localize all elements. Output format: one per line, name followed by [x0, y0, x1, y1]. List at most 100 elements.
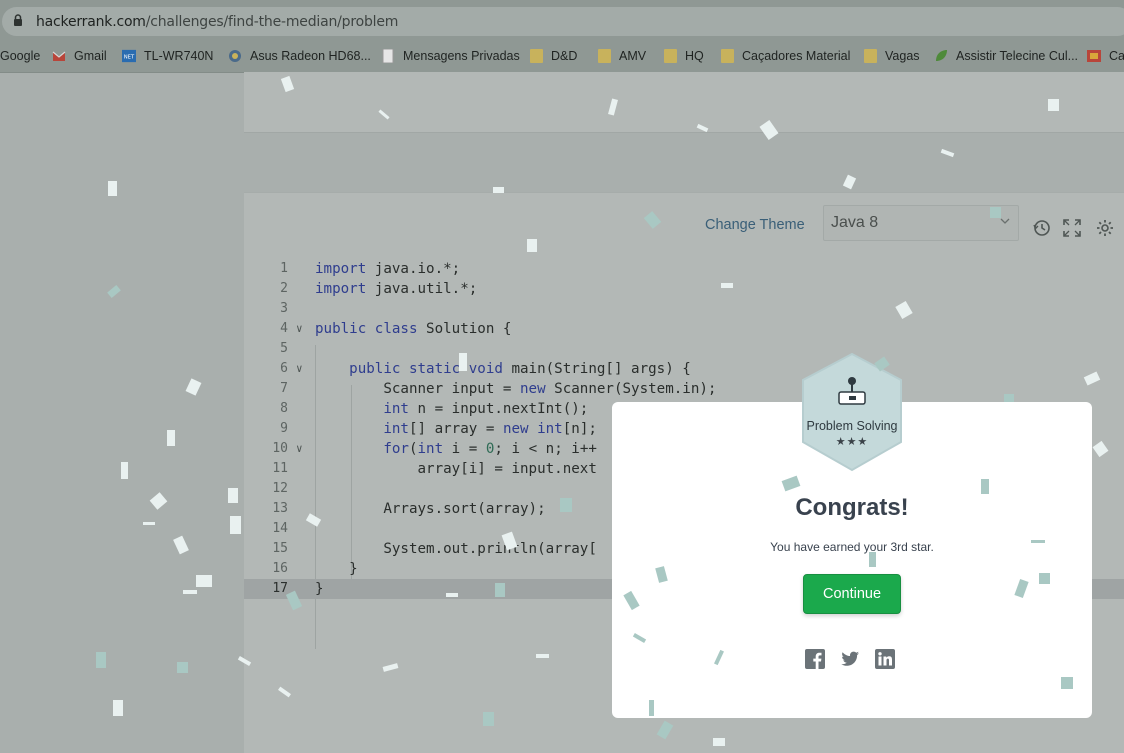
url-text[interactable]: hackerrank.com/challenges/find-the-media…	[36, 14, 398, 30]
continue-button[interactable]: Continue	[803, 574, 901, 614]
fold-chevron-icon[interactable]: ∨	[296, 439, 303, 459]
confetti-piece	[228, 488, 238, 503]
leaf-icon	[936, 50, 947, 61]
confetti-piece	[230, 516, 241, 534]
bookmark-hq[interactable]: HQ	[664, 47, 704, 65]
code-text: int n = input.nextInt();	[383, 401, 589, 417]
language-value: Java 8	[831, 214, 879, 231]
folder-icon	[721, 49, 734, 63]
bookmark-google[interactable]: Google	[0, 47, 40, 65]
confetti-piece	[1048, 99, 1059, 111]
url-path: /challenges/find-the-median/problem	[145, 14, 399, 30]
bookmark-amv[interactable]: AMV	[598, 47, 646, 65]
bookmark-gmail[interactable]: Gmail	[52, 47, 107, 65]
confetti-piece	[196, 575, 212, 587]
code-line: 7 Scanner input = new Scanner(System.in)…	[244, 379, 1124, 399]
line-number: 6	[280, 361, 288, 376]
chevron-down-icon	[1000, 218, 1010, 224]
code-text: }	[315, 581, 324, 597]
bookmark-label: Vagas	[885, 49, 920, 63]
confetti-piece	[149, 492, 168, 510]
problem-solving-badge	[802, 352, 902, 472]
line-number: 3	[280, 301, 288, 316]
bookmark-label: D&D	[551, 49, 578, 63]
confetti-piece	[459, 353, 467, 371]
badge-label: Problem Solving	[806, 419, 898, 433]
bookmark-label: Asus Radeon HD68...	[250, 49, 371, 63]
confetti-piece	[990, 207, 1001, 218]
line-number: 2	[280, 281, 288, 296]
confetti-piece	[1061, 677, 1073, 689]
line-number: 5	[280, 341, 288, 356]
fold-chevron-icon[interactable]: ∨	[296, 319, 303, 339]
bookmark-label: Google	[0, 49, 41, 63]
folder-icon	[530, 49, 543, 63]
bookmark-ca[interactable]: Ca	[1087, 47, 1124, 65]
bookmark-vagas[interactable]: Vagas	[864, 47, 920, 65]
confetti-piece	[1031, 540, 1045, 543]
confetti-piece	[940, 148, 955, 158]
linkedin-icon[interactable]	[875, 649, 895, 669]
code-text: public static void main(String[] args) {	[349, 361, 691, 377]
confetti-piece	[536, 654, 549, 658]
code-line: 4 ∨ public class Solution {	[244, 319, 1124, 339]
confetti-piece	[527, 239, 537, 252]
line-number: 13	[272, 501, 288, 516]
line-number: 14	[272, 521, 288, 536]
folder-icon	[664, 49, 677, 63]
bookmark-dnd[interactable]: D&D	[530, 47, 577, 65]
code-line: 2 import java.util.*;	[244, 279, 1124, 299]
confetti-piece	[143, 522, 155, 525]
confetti-piece	[483, 712, 494, 726]
url-field[interactable]: hackerrank.com/challenges/find-the-media…	[2, 7, 1124, 36]
line-number: 1	[280, 261, 288, 276]
bookmark-tl-wr740n[interactable]: NET TL-WR740N	[122, 47, 213, 65]
bookmark-label: Assistir Telecine Cul...	[956, 49, 1079, 63]
settings-gear-icon[interactable]	[1096, 219, 1114, 237]
confetti-piece	[493, 187, 504, 193]
confetti-piece	[721, 283, 733, 288]
line-number: 8	[280, 401, 288, 416]
bookmark-label: Gmail	[74, 49, 107, 63]
bookmark-telecine[interactable]: Assistir Telecine Cul...	[934, 47, 1078, 65]
line-number: 4	[280, 321, 288, 336]
address-bar: hackerrank.com/challenges/find-the-media…	[0, 0, 1124, 40]
code-line: 5	[244, 339, 1124, 359]
asus-icon	[229, 50, 241, 62]
lock-icon[interactable]	[13, 14, 23, 27]
confetti-piece	[108, 181, 117, 196]
modal-subtitle: You have earned your 3rd star.	[770, 540, 934, 554]
badge-stars: ★★★	[835, 436, 869, 448]
code-text: int[] array = new int[n];	[383, 421, 597, 437]
code-line: 1 import java.io.*;	[244, 259, 1124, 279]
modal-title: Congrats!	[795, 494, 909, 521]
flag-icon	[1087, 50, 1101, 62]
bookmark-label: Ca	[1109, 49, 1124, 63]
net-icon: NET	[122, 49, 136, 63]
code-text: import java.util.*;	[315, 281, 478, 297]
bookmark-label: Caçadores Material	[742, 49, 851, 63]
line-number: 16	[272, 561, 288, 576]
code-text: System.out.println(array[	[315, 541, 597, 557]
fullscreen-icon[interactable]	[1063, 219, 1081, 237]
bookmark-asus-radeon[interactable]: Asus Radeon HD68...	[228, 47, 371, 65]
bookmark-mensagens-privadas[interactable]: Mensagens Privadas	[381, 47, 520, 65]
reset-code-icon[interactable]	[1033, 219, 1051, 237]
bookmark-label: Mensagens Privadas	[403, 49, 520, 63]
line-number: 10	[272, 441, 288, 456]
gmail-icon	[52, 51, 66, 61]
line-number: 7	[280, 381, 288, 396]
facebook-icon[interactable]	[805, 649, 825, 669]
fold-chevron-icon[interactable]: ∨	[296, 359, 303, 379]
line-number: 15	[272, 541, 288, 556]
bookmark-cacadores-material[interactable]: Caçadores Material	[721, 47, 850, 65]
twitter-icon[interactable]	[840, 649, 860, 669]
confetti-piece	[167, 430, 175, 446]
change-theme-link[interactable]: Change Theme	[705, 217, 805, 233]
confetti-piece	[121, 462, 128, 479]
bookmarks-bar: Google Gmail NET TL-WR740N Asus Radeon H…	[0, 40, 1124, 73]
confetti-piece	[107, 284, 121, 299]
confetti-piece	[1039, 573, 1050, 584]
confetti-piece	[495, 583, 505, 597]
code-text: Scanner input = new Scanner(System.in);	[315, 381, 717, 397]
